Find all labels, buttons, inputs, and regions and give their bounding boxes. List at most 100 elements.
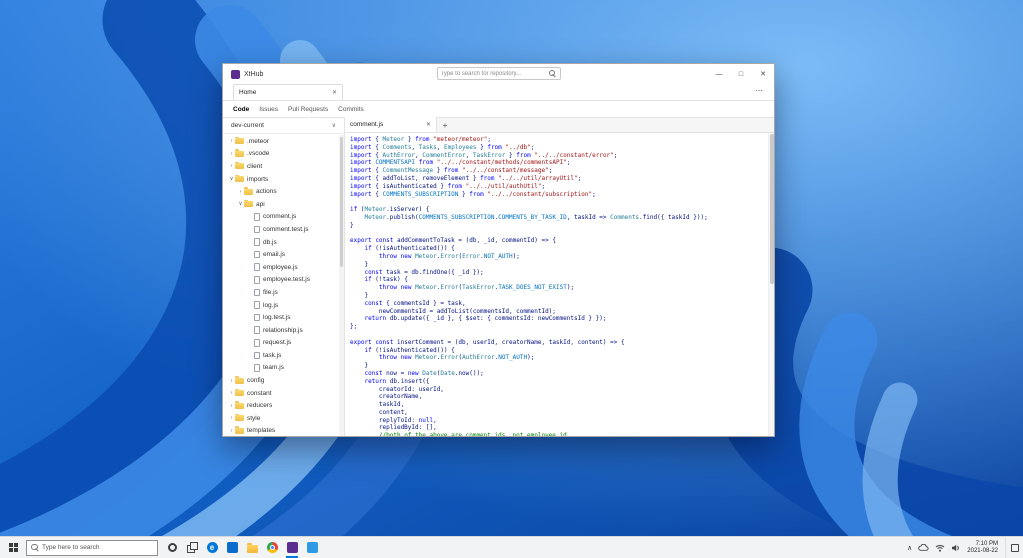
more-options-button[interactable]: ⋯ — [755, 86, 764, 95]
caption-buttons: — □ ✕ — [708, 64, 774, 84]
window-titlebar[interactable]: XtHub — □ ✕ — [223, 64, 774, 84]
folder-icon — [235, 376, 244, 384]
chevron-right-icon[interactable]: › — [237, 189, 244, 195]
editor-tab-label: comment.js — [350, 121, 384, 128]
sidebar-scrollbar-thumb[interactable] — [340, 137, 343, 267]
onedrive-icon[interactable] — [918, 543, 929, 552]
tree-item-task.js[interactable]: task.js — [223, 349, 344, 362]
tree-item-client[interactable]: › client — [223, 160, 344, 173]
taskbar: e ∧ 7:10 PM 2021-08-22 — [0, 536, 1023, 558]
tree-item-label: constant — [247, 389, 272, 397]
tree-item-label: imports — [247, 175, 269, 183]
editor-scrollbar[interactable] — [768, 133, 774, 436]
chevron-right-icon[interactable]: › — [228, 378, 235, 384]
taskbar-icon-cortana[interactable] — [162, 537, 182, 558]
sidebar-scrollbar[interactable] — [339, 135, 344, 436]
window-body: dev-current ∨ › .meteor › .vscode › client ∨ im… — [223, 117, 774, 436]
folder-icon — [235, 388, 244, 397]
chevron-right-icon[interactable]: › — [228, 403, 235, 409]
tree-item-style[interactable]: › style — [223, 412, 344, 425]
tree-item-db.js[interactable]: db.js — [223, 236, 344, 249]
new-tab-button[interactable]: + — [437, 121, 453, 132]
tree-item-comment.js[interactable]: comment.js — [223, 211, 344, 224]
tree-item-config[interactable]: › config — [223, 374, 344, 387]
chevron-right-icon[interactable]: › — [228, 138, 235, 144]
tree-item-actions[interactable]: › actions — [223, 185, 344, 198]
chevron-right-icon[interactable]: › — [228, 390, 235, 396]
chevron-down-icon: ∨ — [331, 123, 336, 129]
code-area[interactable]: import { Meteor } from "meteor/meteor"; i… — [345, 133, 774, 436]
tree-item-comment.test.js[interactable]: comment.test.js — [223, 223, 344, 236]
tree-item-log.js[interactable]: log.js — [223, 299, 344, 312]
volume-icon[interactable] — [951, 544, 961, 552]
branch-selector[interactable]: dev-current ∨ — [223, 118, 344, 134]
tree-item-log.test.js[interactable]: log.test.js — [223, 311, 344, 324]
tree-item-reducers[interactable]: › reducers — [223, 399, 344, 412]
store-icon — [226, 542, 238, 553]
repo-search-box[interactable] — [436, 67, 561, 80]
windows-logo-icon — [8, 543, 18, 552]
file-icon — [254, 326, 260, 334]
tree-item-templates[interactable]: › templates — [223, 425, 344, 436]
taskbar-icon-store[interactable] — [222, 537, 242, 558]
nav-issues[interactable]: Issues — [259, 106, 278, 113]
tree-item-label: reducers — [247, 402, 273, 410]
tree-item-request.js[interactable]: request.js — [223, 337, 344, 350]
editor-tab-close-icon[interactable]: ✕ — [426, 121, 431, 128]
nav-pull-requests[interactable]: Pull Requests — [288, 106, 328, 113]
chevron-right-icon[interactable]: › — [228, 428, 235, 434]
taskbar-icon-chrome[interactable] — [262, 537, 282, 558]
taskbar-clock[interactable]: 7:10 PM 2021-08-22 — [967, 541, 1005, 555]
nav-code[interactable]: Code — [233, 106, 249, 113]
editor: comment.js ✕ + import { Meteor } from "m… — [345, 117, 774, 436]
start-button[interactable] — [0, 537, 26, 558]
taskbar-search-box[interactable] — [26, 539, 158, 556]
file-explorer-icon — [246, 542, 258, 553]
taskbar-icon-file-explorer[interactable] — [242, 537, 262, 558]
chevron-right-icon[interactable]: › — [228, 163, 235, 169]
tree-item-imports[interactable]: ∨ imports — [223, 173, 344, 186]
tree-item-team.js[interactable]: team.js — [223, 362, 344, 375]
close-button[interactable]: ✕ — [752, 64, 774, 84]
network-icon[interactable] — [935, 544, 945, 552]
taskbar-icon-task-view[interactable] — [182, 537, 202, 558]
chevron-down-icon[interactable]: ∨ — [228, 176, 235, 182]
vscode-icon — [306, 542, 318, 553]
minimize-button[interactable]: — — [708, 64, 730, 84]
tree-item-.vscode[interactable]: › .vscode — [223, 148, 344, 161]
search-icon — [548, 69, 557, 78]
tree-item-email.js[interactable]: email.js — [223, 248, 344, 261]
tray-expand-icon[interactable]: ∧ — [907, 544, 912, 552]
tree-item-relationship.js[interactable]: relationship.js — [223, 324, 344, 337]
tree-item-label: email.js — [263, 251, 286, 259]
action-center-button[interactable] — [1005, 537, 1023, 558]
chevron-down-icon[interactable]: ∨ — [237, 201, 244, 207]
editor-scrollbar-thumb[interactable] — [770, 134, 774, 284]
editor-tab-commentjs[interactable]: comment.js ✕ — [345, 117, 437, 132]
taskbar-search-input[interactable] — [42, 541, 153, 554]
tree-item-api[interactable]: ∨ api — [223, 198, 344, 211]
repo-search-input[interactable] — [440, 68, 549, 79]
nav-commits[interactable]: Commits — [338, 106, 364, 113]
tree-item-constant[interactable]: › constant — [223, 387, 344, 400]
file-icon — [254, 276, 260, 284]
file-icon — [254, 339, 260, 347]
tab-close-icon[interactable]: ✕ — [332, 89, 337, 96]
tree-item-label: employee.js — [263, 263, 298, 271]
tree-item-label: db.js — [263, 238, 277, 246]
tree-item-file.js[interactable]: file.js — [223, 286, 344, 299]
file-tree: › .meteor › .vscode › client ∨ imports › actions ∨… — [223, 134, 344, 436]
tab-home[interactable]: Home ✕ — [233, 84, 343, 100]
chevron-right-icon[interactable]: › — [228, 151, 235, 157]
tree-item-employee.js[interactable]: employee.js — [223, 261, 344, 274]
tree-item-label: actions — [256, 188, 277, 196]
tree-item-.meteor[interactable]: › .meteor — [223, 135, 344, 148]
maximize-button[interactable]: □ — [730, 64, 752, 84]
tree-item-employee.test.js[interactable]: employee.test.js — [223, 274, 344, 287]
chevron-right-icon[interactable]: › — [228, 415, 235, 421]
tree-item-label: comment.test.js — [263, 225, 309, 233]
tree-item-label: api — [256, 200, 265, 208]
taskbar-icon-edge[interactable]: e — [202, 537, 222, 558]
taskbar-icon-vscode[interactable] — [302, 537, 322, 558]
taskbar-icon-xthub[interactable] — [282, 537, 302, 558]
